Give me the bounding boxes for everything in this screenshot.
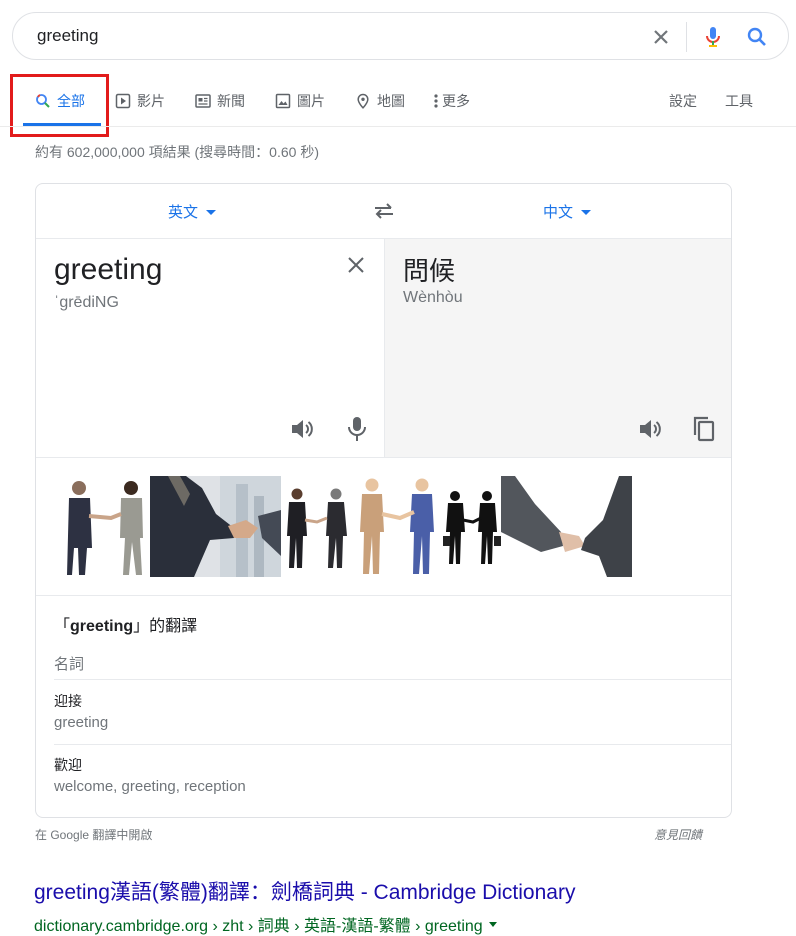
handshake-image[interactable] [501,476,632,577]
translation-word[interactable]: 迎接 [54,691,82,711]
source-text[interactable]: greeting [54,253,162,287]
source-language-select[interactable]: 英文 [168,201,217,222]
caret-down-icon [581,210,592,215]
highlight-box [10,74,109,137]
translation-synonyms: greeting [54,714,109,731]
news-icon [195,94,211,108]
search-bar[interactable]: greeting [12,12,789,60]
tab-label: 影片 [137,93,165,109]
tab-videos[interactable]: 影片 [115,90,165,112]
settings-link[interactable]: 設定 [669,90,697,112]
microphone-icon[interactable] [701,25,725,49]
map-pin-icon [357,93,369,109]
tab-label: 更多 [442,93,470,109]
video-icon [115,93,131,109]
tab-maps[interactable]: 地圖 [355,90,405,112]
translation-synonyms: welcome, greeting, reception [54,778,246,795]
tools-link[interactable]: 工具 [725,90,753,112]
tab-label: 地圖 [377,93,405,109]
divider [0,126,796,127]
source-language-label: 英文 [168,204,199,221]
translation-word[interactable]: 歡迎 [54,755,82,775]
translate-card: 英文 中文 greeting ˈɡrēdiNG 問候 Wènhòu 「greet… [35,183,732,818]
tab-label: 圖片 [297,93,325,109]
speaker-icon[interactable] [638,417,664,441]
swap-icon[interactable] [372,199,396,223]
handshake-image[interactable] [150,476,281,577]
search-icon[interactable] [745,25,769,49]
search-input[interactable]: greeting [37,26,98,46]
divider [36,595,731,596]
quote-open: 「 [54,618,71,635]
target-language-select[interactable]: 中文 [543,201,592,222]
settings-label: 設定 [669,93,697,109]
image-strip [63,476,632,577]
handshake-image[interactable] [63,476,150,577]
result-url-text: dictionary.cambridge.org › zht › 詞典 › 英語… [34,918,483,935]
image-icon [275,93,291,109]
tab-news[interactable]: 新聞 [195,90,245,112]
tab-more[interactable]: 更多 [433,90,470,112]
handshake-image[interactable] [281,476,356,577]
translations-heading-word: greeting [70,618,134,635]
result-stats: 約有 602,000,000 項結果 (搜尋時間：0.60 秒) [35,144,319,160]
divider [54,679,731,680]
divider [686,22,687,52]
tab-images[interactable]: 圖片 [275,90,325,112]
handshake-image[interactable] [356,476,443,577]
feedback-link[interactable]: 意見回饋 [654,826,702,843]
part-of-speech: 名詞 [54,656,85,673]
open-in-translate-link[interactable]: 在 Google 翻譯中開啟 [35,826,152,843]
result-url[interactable]: dictionary.cambridge.org › zht › 詞典 › 英語… [34,912,497,936]
divider [54,744,731,745]
target-pronunciation: Wènhòu [403,289,463,306]
caret-down-icon [206,210,217,215]
result-title-link[interactable]: greeting漢語(繁體)翻譯：劍橋詞典 - Cambridge Dictio… [34,876,575,906]
quote-close: 」的翻譯 [133,618,198,635]
translations-heading: 「greeting」的翻譯 [54,612,197,636]
handshake-image[interactable] [443,476,501,577]
target-language-label: 中文 [543,204,574,221]
target-pane: 問候 Wènhòu [384,239,731,457]
target-text: 問候 [403,256,456,286]
tools-label: 工具 [725,93,753,109]
more-vert-icon [434,94,438,108]
microphone-icon[interactable] [346,415,368,443]
clear-icon[interactable] [649,25,673,49]
copy-icon[interactable] [691,415,717,443]
source-pronunciation: ˈɡrēdiNG [54,294,119,311]
speaker-icon[interactable] [290,417,316,441]
close-icon[interactable] [345,254,367,276]
source-pane: greeting ˈɡrēdiNG [36,239,383,457]
caret-down-icon[interactable] [488,921,497,927]
divider [36,457,731,458]
tab-label: 新聞 [217,93,245,109]
